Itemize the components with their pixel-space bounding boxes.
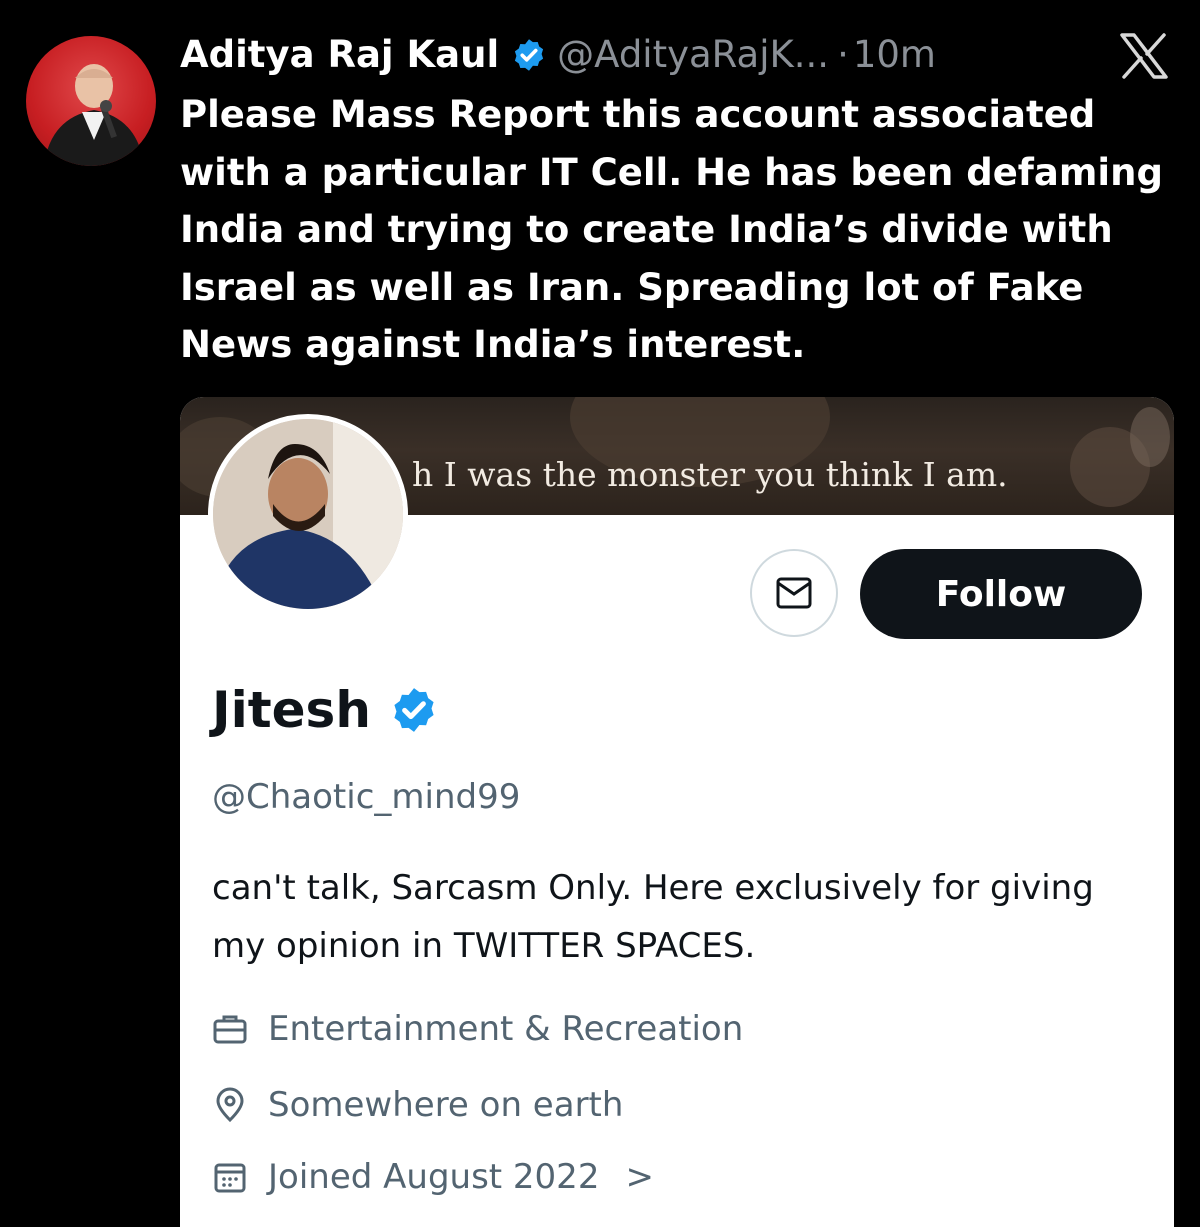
profile-display-name: Jitesh [212, 681, 371, 739]
profile-category: Entertainment & Recreation [212, 1009, 743, 1049]
tweet-time[interactable]: 10m [853, 30, 936, 80]
calendar-icon [214, 1163, 246, 1193]
profile-display-name-row: Jitesh [212, 675, 439, 745]
author-avatar-illustration [44, 64, 144, 166]
profile-bio: can't talk, Sarcasm Only. Here exclusive… [212, 868, 1094, 966]
location-pin-icon [216, 1087, 244, 1123]
profile-handle: @Chaotic_mind99 [212, 777, 521, 817]
chevron-right-icon[interactable]: > [625, 1157, 654, 1197]
profile-joined[interactable]: Joined August 2022 > [212, 1157, 654, 1197]
profile-avatar-illustration [213, 419, 403, 609]
category-text: Entertainment & Recreation [268, 1009, 744, 1049]
separator-dot: · [837, 33, 849, 76]
profile-card[interactable]: h I was the monster you think I am. Foll… [180, 397, 1174, 1227]
author-name[interactable]: Aditya Raj Kaul [180, 30, 499, 80]
profile-location: Somewhere on earth [212, 1085, 623, 1125]
location-text: Somewhere on earth [268, 1085, 624, 1125]
joined-text: Joined August 2022 [268, 1157, 600, 1197]
tweet-text: Please Mass Report this account associat… [180, 93, 1163, 366]
tweet-header: Aditya Raj Kaul @AdityaRajK... · 10m [180, 30, 936, 80]
verified-badge-icon [515, 39, 544, 71]
message-button[interactable] [750, 549, 838, 637]
author-handle[interactable]: @AdityaRajK... [557, 30, 829, 80]
briefcase-icon [213, 1015, 247, 1044]
follow-button[interactable]: Follow [860, 549, 1142, 639]
x-logo-icon[interactable] [1118, 32, 1170, 80]
author-avatar[interactable] [26, 36, 156, 166]
profile-avatar[interactable] [208, 414, 408, 614]
envelope-icon [776, 577, 812, 609]
banner-quote: h I was the monster you think I am. [412, 455, 1008, 494]
verified-badge-icon [394, 688, 434, 732]
